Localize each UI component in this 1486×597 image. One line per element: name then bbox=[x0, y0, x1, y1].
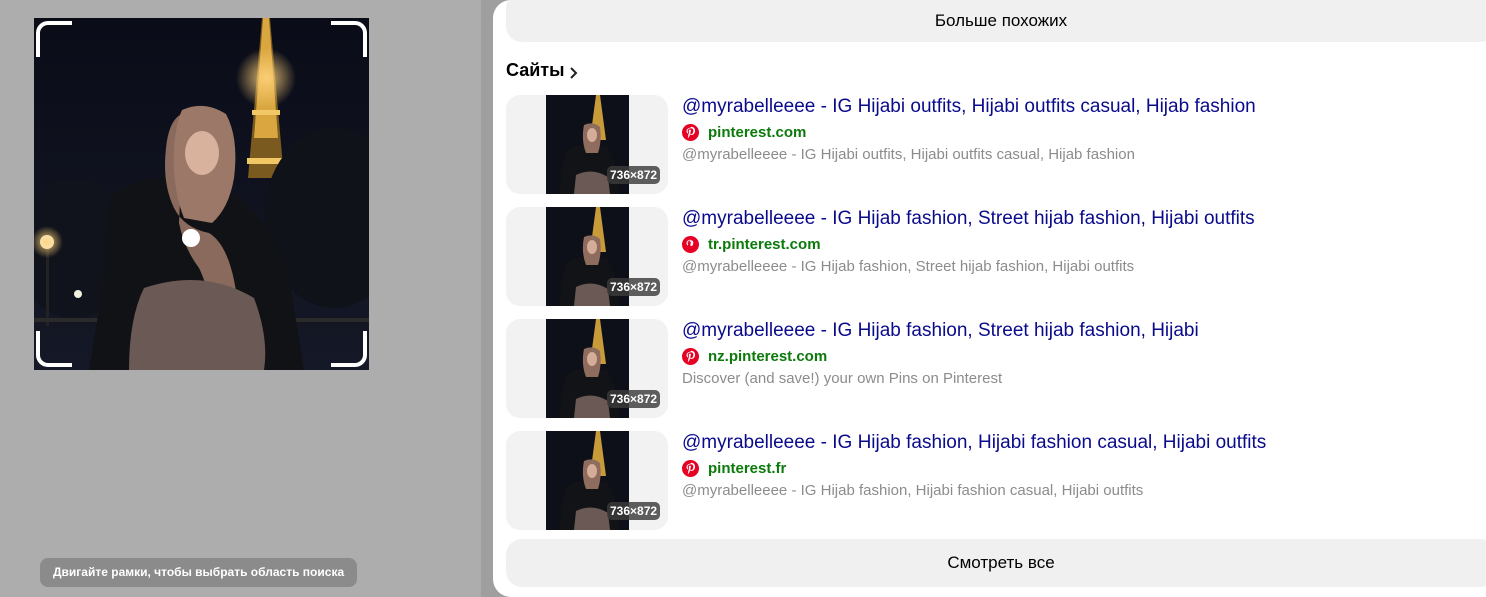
crop-handle-bottom-left[interactable] bbox=[36, 331, 72, 367]
sites-section-title[interactable]: Сайты bbox=[506, 60, 580, 81]
crop-handle-top-right[interactable] bbox=[331, 21, 367, 57]
crop-handle-top-left[interactable] bbox=[36, 21, 72, 57]
site-result-card[interactable]: 736×872 @myrabelleeee - IG Hijabi outfit… bbox=[506, 95, 1486, 195]
site-result-card[interactable]: 736×872 @myrabelleeee - IG Hijab fashion… bbox=[506, 207, 1486, 307]
query-image bbox=[34, 18, 369, 370]
see-all-button[interactable]: Смотреть все bbox=[506, 539, 1486, 587]
crop-hint: Двигайте рамки, чтобы выбрать область по… bbox=[40, 558, 358, 587]
more-similar-button[interactable]: Больше похожих bbox=[506, 0, 1486, 42]
image-size-badge: 736×872 bbox=[607, 278, 661, 296]
image-size-badge: 736×872 bbox=[607, 166, 661, 184]
result-thumbnail[interactable]: 736×872 bbox=[506, 319, 668, 418]
result-host-link[interactable]: nz.pinterest.com bbox=[682, 348, 827, 365]
result-description: Discover (and save!) your own Pins on Pi… bbox=[682, 370, 1003, 387]
result-host: nz.pinterest.com bbox=[708, 348, 828, 365]
result-thumbnail[interactable]: 736×872 bbox=[506, 207, 668, 306]
result-thumbnail[interactable]: 736×872 bbox=[506, 95, 668, 194]
site-result-card[interactable]: 736×872 @myrabelleeee - IG Hijab fashion… bbox=[506, 319, 1486, 419]
result-host-link[interactable]: pinterest.com bbox=[682, 124, 806, 141]
result-title-link[interactable]: @myrabelleeee - IG Hijab fashion, Street… bbox=[682, 320, 1199, 342]
result-host-link[interactable]: pinterest.fr bbox=[682, 460, 786, 477]
sites-section-label: Сайты bbox=[506, 60, 565, 80]
pinterest-icon bbox=[682, 236, 699, 253]
result-description: @myrabelleeee - IG Hijab fashion, Hijabi… bbox=[682, 482, 1144, 499]
result-description: @myrabelleeee - IG Hijab fashion, Street… bbox=[682, 258, 1135, 275]
object-focus-dot[interactable] bbox=[182, 229, 200, 247]
query-image-panel: Двигайте рамки, чтобы выбрать область по… bbox=[0, 0, 481, 597]
crop-handle-bottom-right[interactable] bbox=[331, 331, 367, 367]
image-size-badge: 736×872 bbox=[607, 390, 661, 408]
result-thumbnail[interactable]: 736×872 bbox=[506, 431, 668, 530]
result-host: pinterest.com bbox=[708, 124, 807, 141]
result-host-link[interactable]: tr.pinterest.com bbox=[682, 236, 821, 253]
result-title-link[interactable]: @myrabelleeee - IG Hijab fashion, Street… bbox=[682, 208, 1255, 230]
pinterest-icon bbox=[682, 460, 699, 477]
chevron-right-icon bbox=[568, 64, 580, 79]
results-panel: Больше похожих Сайты 736×872 @myrabellee… bbox=[493, 0, 1486, 597]
result-host: pinterest.fr bbox=[708, 460, 787, 477]
result-title-link[interactable]: @myrabelleeee - IG Hijab fashion, Hijabi… bbox=[682, 432, 1266, 454]
site-result-card[interactable]: 736×872 @myrabelleeee - IG Hijab fashion… bbox=[506, 431, 1486, 531]
result-title-link[interactable]: @myrabelleeee - IG Hijabi outfits, Hijab… bbox=[682, 96, 1256, 118]
result-host: tr.pinterest.com bbox=[708, 236, 821, 253]
pinterest-icon bbox=[682, 124, 699, 141]
result-description: @myrabelleeee - IG Hijabi outfits, Hijab… bbox=[682, 146, 1135, 163]
image-size-badge: 736×872 bbox=[607, 502, 661, 520]
pinterest-icon bbox=[682, 348, 699, 365]
